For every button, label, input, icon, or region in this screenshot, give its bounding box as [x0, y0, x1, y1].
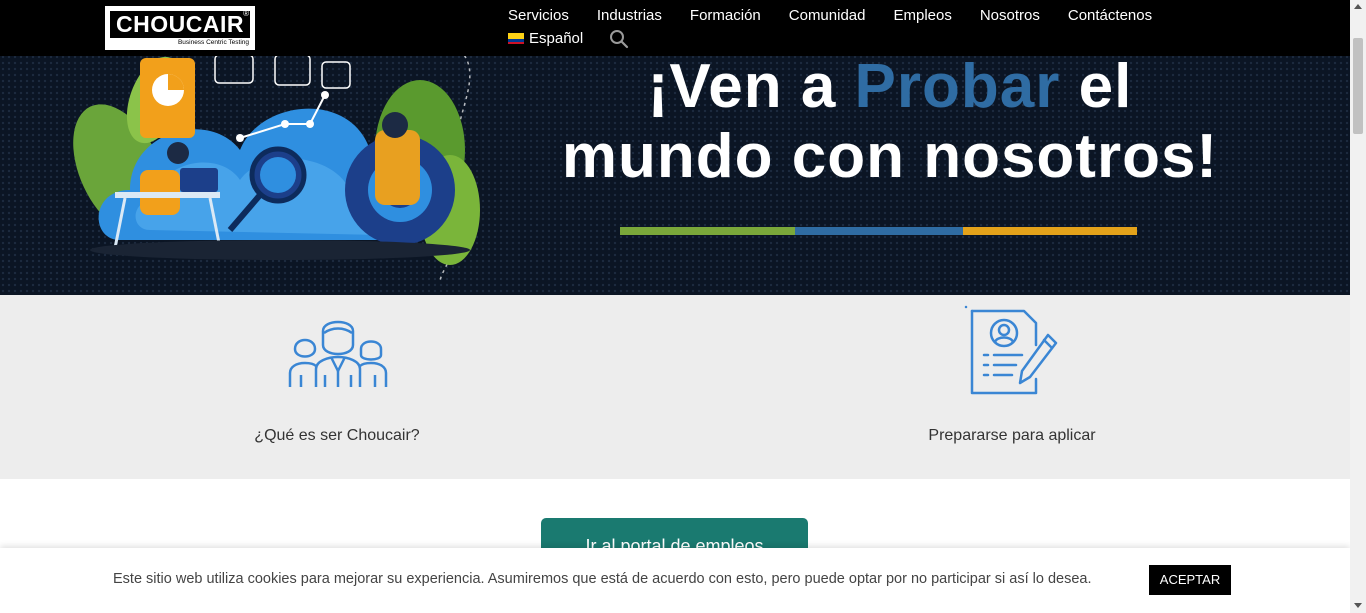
hero-title: ¡Ven a Probar el mundo con nosotros! — [560, 52, 1220, 192]
feature-label-que-es-choucair[interactable]: ¿Qué es ser Choucair? — [187, 427, 487, 445]
scroll-down-icon[interactable] — [1354, 603, 1362, 608]
cookie-accept-button[interactable]: ACEPTAR — [1149, 565, 1231, 595]
scrollbar-thumb[interactable] — [1353, 38, 1363, 134]
team-icon — [288, 320, 388, 387]
logo[interactable]: CHOUCAIR ® Business Centric Testing — [105, 6, 255, 50]
nav-item-industrias[interactable]: Industrias — [597, 7, 662, 25]
page: ¡Ven a Probar el mundo con nosotros! CHO… — [0, 0, 1366, 613]
search-icon[interactable] — [609, 29, 629, 49]
hero-title-part1: ¡Ven a — [647, 52, 855, 121]
logo-tagline: Business Centric Testing — [177, 37, 249, 46]
hero-bar-green — [620, 227, 795, 235]
feature-label-prepararse-aplicar[interactable]: Prepararse para aplicar — [862, 427, 1162, 445]
cookie-message: Este sitio web utiliza cookies para mejo… — [113, 571, 1092, 587]
nav-item-empleos[interactable]: Empleos — [893, 7, 951, 25]
registered-mark-icon: ® — [243, 9, 249, 18]
top-navigation: CHOUCAIR ® Business Centric Testing Serv… — [0, 0, 1350, 56]
hero-bar-blue — [795, 227, 963, 235]
nav-item-nosotros[interactable]: Nosotros — [980, 7, 1040, 25]
hero-title-part2: el — [1060, 52, 1133, 121]
main-menu: Servicios Industrias Formación Comunidad… — [508, 7, 1180, 25]
scrollbar[interactable] — [1350, 0, 1366, 613]
hero-title-line2: mundo con nosotros! — [561, 122, 1219, 191]
cookie-consent-bar: Este sitio web utiliza cookies para mejo… — [0, 548, 1350, 613]
nav-item-formacion[interactable]: Formación — [690, 7, 761, 25]
scroll-up-icon[interactable] — [1354, 4, 1362, 9]
nav-item-comunidad[interactable]: Comunidad — [789, 7, 866, 25]
hero-bar-orange — [963, 227, 1137, 235]
logo-text: CHOUCAIR — [110, 11, 250, 38]
features-section: ¿Qué es ser Choucair? Prepararse para ap… — [0, 295, 1350, 479]
nav-item-servicios[interactable]: Servicios — [508, 7, 569, 25]
resume-document-icon — [964, 305, 1058, 395]
nav-item-contactenos[interactable]: Contáctenos — [1068, 7, 1152, 25]
colombia-flag-icon — [508, 33, 524, 44]
language-row: Español — [508, 30, 583, 47]
hero-illustration — [73, 49, 480, 281]
hero-title-highlight: Probar — [854, 52, 1061, 121]
language-selector[interactable]: Español — [508, 30, 583, 47]
language-label: Español — [529, 30, 584, 47]
